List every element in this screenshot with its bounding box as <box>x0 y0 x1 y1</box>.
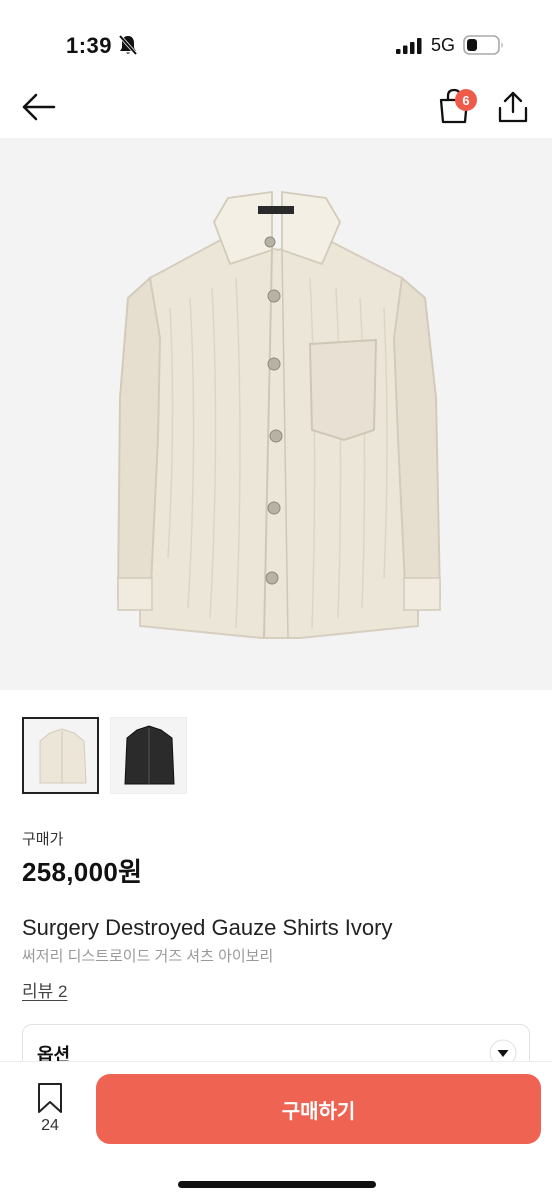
app-header: 6 <box>0 80 552 136</box>
product-name-korean: 써저리 디스트로이드 거즈 셔츠 아이보리 <box>22 948 274 965</box>
home-indicator <box>178 1181 376 1188</box>
thumbnail-ivory[interactable] <box>22 717 99 794</box>
status-bar: 1:39 5G <box>0 0 552 80</box>
product-page: 1:39 5G 6 구매가 258,000원 Surgery Destroyed… <box>0 0 552 1200</box>
status-time: 1:39 <box>66 33 113 58</box>
thumbnail-black-shirt <box>111 718 186 793</box>
back-arrow-icon[interactable] <box>22 92 56 122</box>
signal-icon <box>396 38 422 54</box>
cart-badge: 6 <box>455 89 477 111</box>
network-label: 5G <box>431 35 456 55</box>
thumbnail-black[interactable] <box>110 717 187 794</box>
price-label: 구매가 <box>22 831 64 848</box>
bookmark-icon <box>38 1083 62 1113</box>
bell-slash-icon <box>118 34 138 56</box>
price-value: 258,000원 <box>22 857 143 887</box>
review-link[interactable]: 리뷰 2 <box>22 977 67 1002</box>
product-image[interactable] <box>0 138 552 690</box>
shirt-illustration <box>116 190 442 639</box>
battery-icon <box>463 35 503 55</box>
buy-button[interactable]: 구매하기 <box>96 1074 541 1144</box>
thumbnail-ivory-shirt <box>24 719 97 792</box>
bottom-action-bar: 24 구매하기 <box>0 1062 552 1200</box>
wishlist-count: 24 <box>41 1117 59 1134</box>
share-icon[interactable] <box>497 90 529 124</box>
wishlist-button[interactable]: 24 <box>26 1082 74 1142</box>
product-name: Surgery Destroyed Gauze Shirts Ivory <box>22 915 393 940</box>
